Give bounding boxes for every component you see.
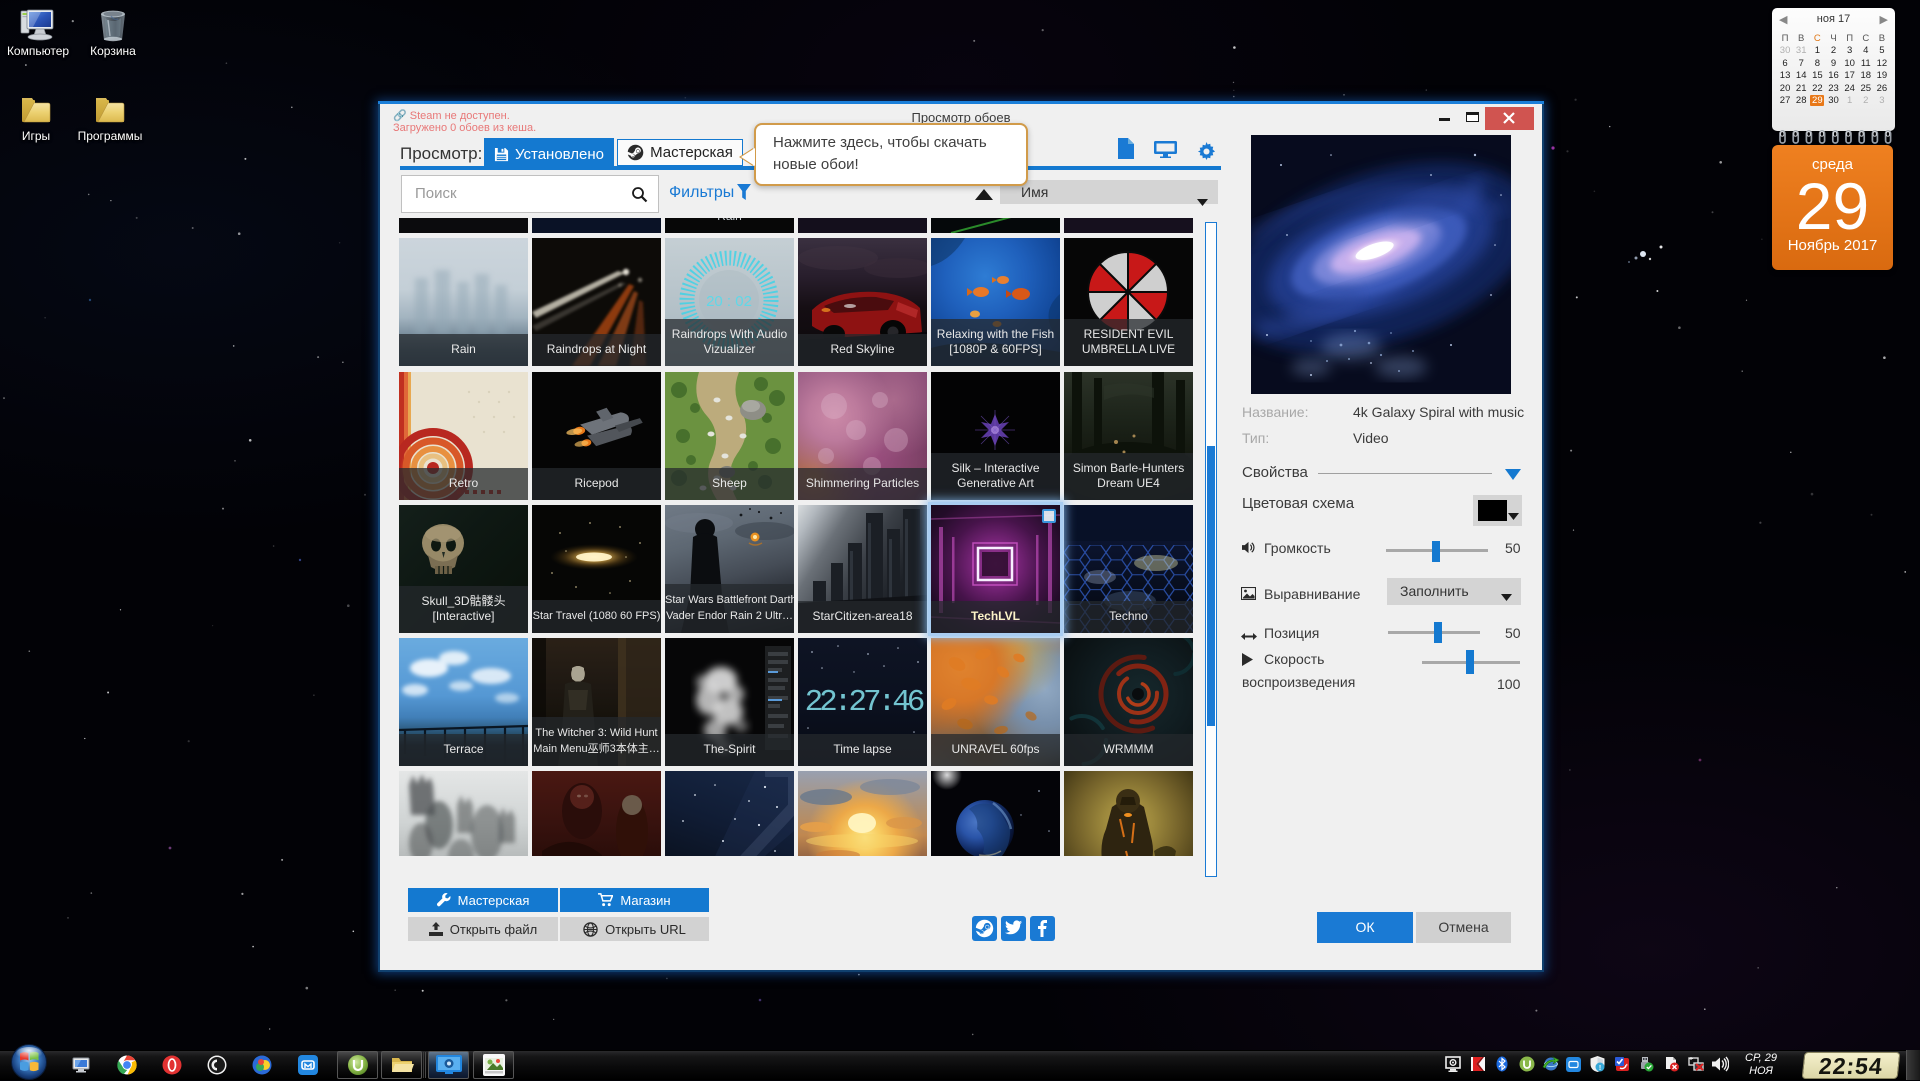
svg-text:!: ! xyxy=(1599,1065,1601,1072)
svg-text:20 : 02: 20 : 02 xyxy=(706,293,752,310)
svg-text:22:27:46: 22:27:46 xyxy=(805,685,924,720)
